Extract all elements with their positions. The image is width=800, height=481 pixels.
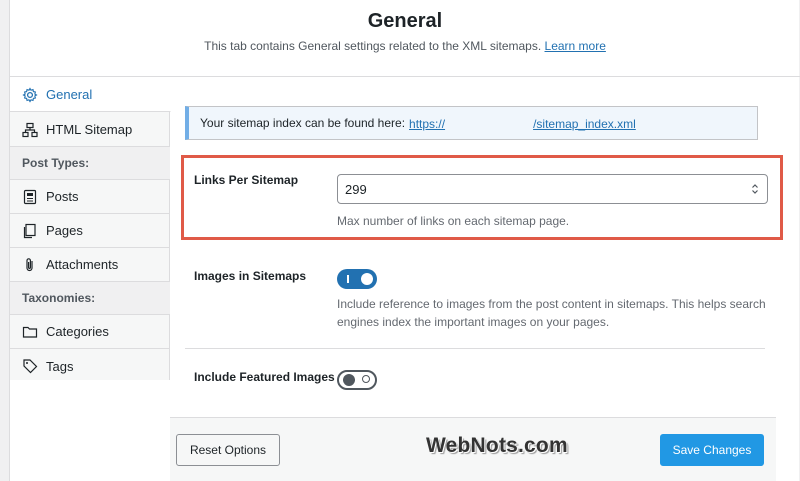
sidebar-item-categories[interactable]: Categories [10,315,170,349]
include-featured-images-label: Include Featured Images [194,370,335,384]
toggle-off-mark [362,375,370,383]
images-in-sitemaps-toggle[interactable] [337,269,377,289]
tag-icon [22,358,38,374]
links-per-sitemap-input[interactable]: 299 [337,174,768,204]
settings-content: Your sitemap index can be found here: ht… [170,78,790,408]
page-header: General This tab contains General settin… [10,0,800,77]
links-per-sitemap-label: Links Per Sitemap [194,173,299,187]
notice-text: Your sitemap index can be found here: [200,116,406,130]
links-per-sitemap-help: Max number of links on each sitemap page… [337,214,570,228]
sidebar-label-categories: Categories [46,324,109,339]
learn-more-link[interactable]: Learn more [545,39,606,53]
sidebar-label-html-sitemap: HTML Sitemap [46,122,133,137]
sidebar-heading-post-types: Post Types: [10,147,170,180]
sidebar-label-posts: Posts [46,189,79,204]
post-icon [22,189,38,205]
reset-options-button[interactable]: Reset Options [176,434,280,466]
images-help-line-1: Include reference to images from the pos… [337,297,766,311]
toggle-on-mark [347,275,349,283]
sidebar-item-html-sitemap[interactable]: HTML Sitemap [10,113,170,147]
sitemap-link-prefix: https:// [409,116,446,131]
page-icon [22,223,38,239]
gear-icon [22,86,38,103]
sitemap-icon [22,122,38,138]
watermark-logo: WebNots.com [426,434,568,457]
images-help-line-2: engines index the important images on yo… [337,315,610,329]
links-per-sitemap-value: 299 [345,181,367,197]
sitemap-link-suffix: /sitemap_index.xml [533,116,636,131]
include-featured-images-toggle[interactable] [337,370,377,390]
sidebar-label-pages: Pages [46,223,83,238]
redacted-domain [445,115,534,128]
sidebar-item-tags[interactable]: Tags [10,349,170,383]
settings-footer: Reset Options WebNots.com Save Changes [170,417,776,481]
sidebar-heading-taxonomies: Taxonomies: [10,282,170,315]
sitemap-index-notice: Your sitemap index can be found here: ht… [185,106,758,140]
image-edge-mask [10,382,180,422]
description-text: This tab contains General settings relat… [204,39,542,53]
toggle-knob [343,374,355,386]
images-in-sitemaps-help: Include reference to images from the pos… [337,295,766,331]
toggle-knob [361,273,373,285]
sidebar-item-general[interactable]: General [10,78,171,112]
save-changes-button[interactable]: Save Changes [660,434,764,466]
folder-icon [22,324,38,340]
sidebar-item-pages[interactable]: Pages [10,214,170,248]
sidebar-label-tags: Tags [46,358,74,374]
images-in-sitemaps-label: Images in Sitemaps [194,269,307,283]
sidebar-label-attachments: Attachments [46,257,119,272]
page-title: General [367,10,443,32]
row-divider [185,348,765,349]
sidebar-label-general: General [46,87,93,102]
paperclip-icon [22,257,38,273]
sidebar-item-attachments[interactable]: Attachments [10,248,170,282]
sidebar: General HTML Sitemap Post Types: Posts P… [10,78,171,383]
spinner-icon[interactable] [751,183,759,195]
sitemap-index-link[interactable]: https:// /sitemap_index.xml [409,115,636,131]
sidebar-item-posts[interactable]: Posts [10,180,170,214]
page-description: This tab contains General settings relat… [10,39,800,53]
